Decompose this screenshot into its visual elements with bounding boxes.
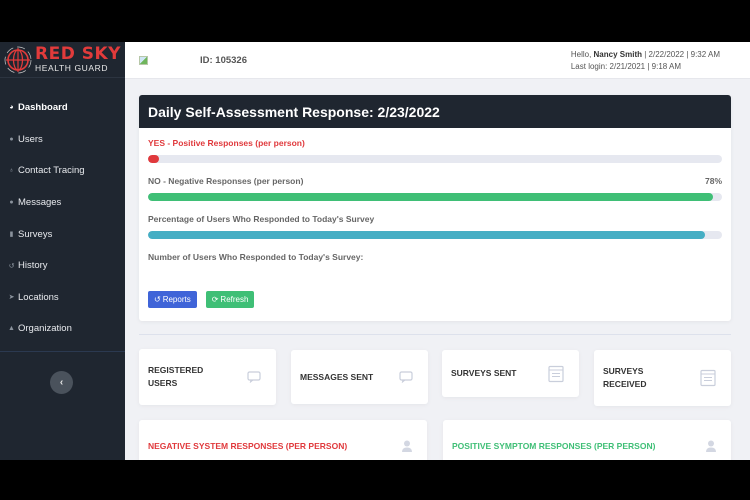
user-icon: ▲ <box>8 325 15 333</box>
location-arrow-icon: ➤ <box>8 294 15 302</box>
map-pin-icon: ♁ <box>8 167 15 175</box>
no-responses-bar <box>148 193 722 201</box>
negative-responses-card: NEGATIVE SYSTEM RESPONSES (PER PERSON) <box>139 420 427 460</box>
yes-responses-bar <box>148 155 722 163</box>
stat-label: SURVEYS SENT <box>451 368 517 378</box>
brand-name: RED SKY <box>35 44 121 65</box>
row-label-text: NO - Negative Responses (per person) <box>148 176 304 186</box>
brand-logo[interactable]: RED SKY HEALTH GUARD <box>0 42 125 78</box>
sidebar-item-locations[interactable]: ➤ Locations <box>0 282 125 314</box>
users-icon: ● <box>9 135 14 143</box>
card-title: Daily Self-Assessment Response: 2/23/202… <box>139 95 731 128</box>
brand-subtitle: HEALTH GUARD <box>35 63 109 74</box>
refresh-button[interactable]: ⟳ Refresh <box>205 291 255 308</box>
history-icon: ↺ <box>154 295 161 304</box>
refresh-icon: ⟳ <box>211 295 219 304</box>
reports-label: Reports <box>162 295 191 304</box>
no-responses-percent: 78% <box>704 176 722 186</box>
comment-icon: ● <box>9 199 14 207</box>
responded-percentage-bar-fill <box>148 231 705 239</box>
row-label-text: Number of Users Who Responded to Today's… <box>148 252 364 262</box>
sidebar-item-label: Locations <box>18 291 59 303</box>
sidebar-item-organization[interactable]: ▲ Organization <box>0 313 125 345</box>
sidebar-item-users[interactable]: ● Users <box>0 124 125 156</box>
user-info: Hello, Nancy Smith | 2/22/2022 | 9:32 AM… <box>571 49 720 73</box>
sidebar: RED SKY HEALTH GUARD ◕ Dashboard ● Users ♁… <box>0 42 125 460</box>
user-name[interactable]: Nancy Smith <box>594 50 642 59</box>
user-icon <box>706 440 716 452</box>
self-assessment-card: Daily Self-Assessment Response: 2/23/202… <box>139 95 731 321</box>
chevron-left-icon: ‹ <box>59 377 64 388</box>
responded-count-label: Number of Users Who Responded to Today's… <box>148 252 722 263</box>
sidebar-item-dashboard[interactable]: ◕ Dashboard <box>0 92 125 124</box>
section-divider <box>139 334 731 335</box>
last-login: Last login: 2/21/2021 | 9:18 AM <box>570 62 681 71</box>
negative-responses-title: NEGATIVE SYSTEM RESPONSES (PER PERSON) <box>148 441 348 451</box>
comment-outline-icon <box>399 371 413 383</box>
stat-label: USERS <box>148 378 178 388</box>
greeting-prefix: Hello, <box>570 50 594 59</box>
yes-responses-bar-fill <box>148 155 160 163</box>
no-responses-label: NO - Negative Responses (per person) 78% <box>148 176 722 187</box>
stat-label: MESSAGES SENT <box>300 371 374 382</box>
refresh-label: Refresh <box>220 295 249 304</box>
row-label-text: Percentage of Users Who Responded to Tod… <box>148 214 375 224</box>
stat-registered-users[interactable]: REGISTERED USERS <box>139 349 276 405</box>
sidebar-item-contact-tracing[interactable]: ♁ Contact Tracing <box>0 155 125 187</box>
sidebar-item-label: Contact Tracing <box>18 165 85 177</box>
sidebar-item-history[interactable]: ↺ History <box>0 250 125 282</box>
positive-symptom-responses-card: POSITIVE SYMPTOM RESPONSES (PER PERSON) <box>443 420 731 460</box>
user-id: ID: 105326 <box>200 54 248 66</box>
main-content: ID: 105326 Hello, Nancy Smith | 2/22/202… <box>125 42 750 460</box>
current-datetime: | 2/22/2022 | 9:32 AM <box>642 50 720 59</box>
survey-list-icon <box>700 369 716 387</box>
positive-responses-title: POSITIVE SYMPTOM RESPONSES (PER PERSON) <box>452 441 656 451</box>
responded-percentage-label: Percentage of Users Who Responded to Tod… <box>148 214 722 225</box>
file-icon: ▮ <box>9 231 14 239</box>
sidebar-divider <box>0 351 125 352</box>
sidebar-item-surveys[interactable]: ▮ Surveys <box>0 218 125 250</box>
sidebar-item-label: Dashboard <box>18 102 68 114</box>
history-icon: ↺ <box>8 262 15 270</box>
comment-outline-icon <box>247 371 261 383</box>
sidebar-item-label: Messages <box>18 197 62 209</box>
stat-label: REGISTERED <box>148 365 204 375</box>
sidebar-item-label: History <box>18 260 48 272</box>
survey-list-icon <box>548 365 564 382</box>
sidebar-collapse-button[interactable]: ‹ <box>50 371 73 394</box>
app-screen: RED SKY HEALTH GUARD ◕ Dashboard ● Users ♁… <box>0 42 750 460</box>
row-label-text: YES - Positive Responses (per person) <box>148 138 305 148</box>
stat-label: RECEIVED <box>603 379 647 389</box>
sidebar-item-label: Users <box>18 133 43 145</box>
stat-messages-sent[interactable]: MESSAGES SENT <box>291 350 428 404</box>
dashboard-icon: ◕ <box>9 104 14 112</box>
sidebar-item-label: Surveys <box>18 228 53 240</box>
top-bar: ID: 105326 Hello, Nancy Smith | 2/22/202… <box>125 42 750 79</box>
sidebar-nav: ◕ Dashboard ● Users ♁ Contact Tracing ● Mess… <box>0 92 125 345</box>
broken-image-icon <box>139 55 148 65</box>
stat-surveys-sent[interactable]: SURVEYS SENT <box>442 350 579 397</box>
responded-percentage-bar <box>148 231 722 239</box>
yes-responses-label: YES - Positive Responses (per person) <box>148 138 722 149</box>
stat-surveys-received[interactable]: SURVEYS RECEIVED <box>594 350 731 406</box>
sidebar-item-messages[interactable]: ● Messages <box>0 187 125 219</box>
stat-label: SURVEYS <box>603 366 644 376</box>
sidebar-item-label: Organization <box>18 323 72 335</box>
user-icon <box>402 440 412 452</box>
logo-globe-icon <box>4 46 32 73</box>
no-responses-bar-fill <box>148 193 714 201</box>
reports-button[interactable]: ↺ Reports <box>148 291 197 308</box>
